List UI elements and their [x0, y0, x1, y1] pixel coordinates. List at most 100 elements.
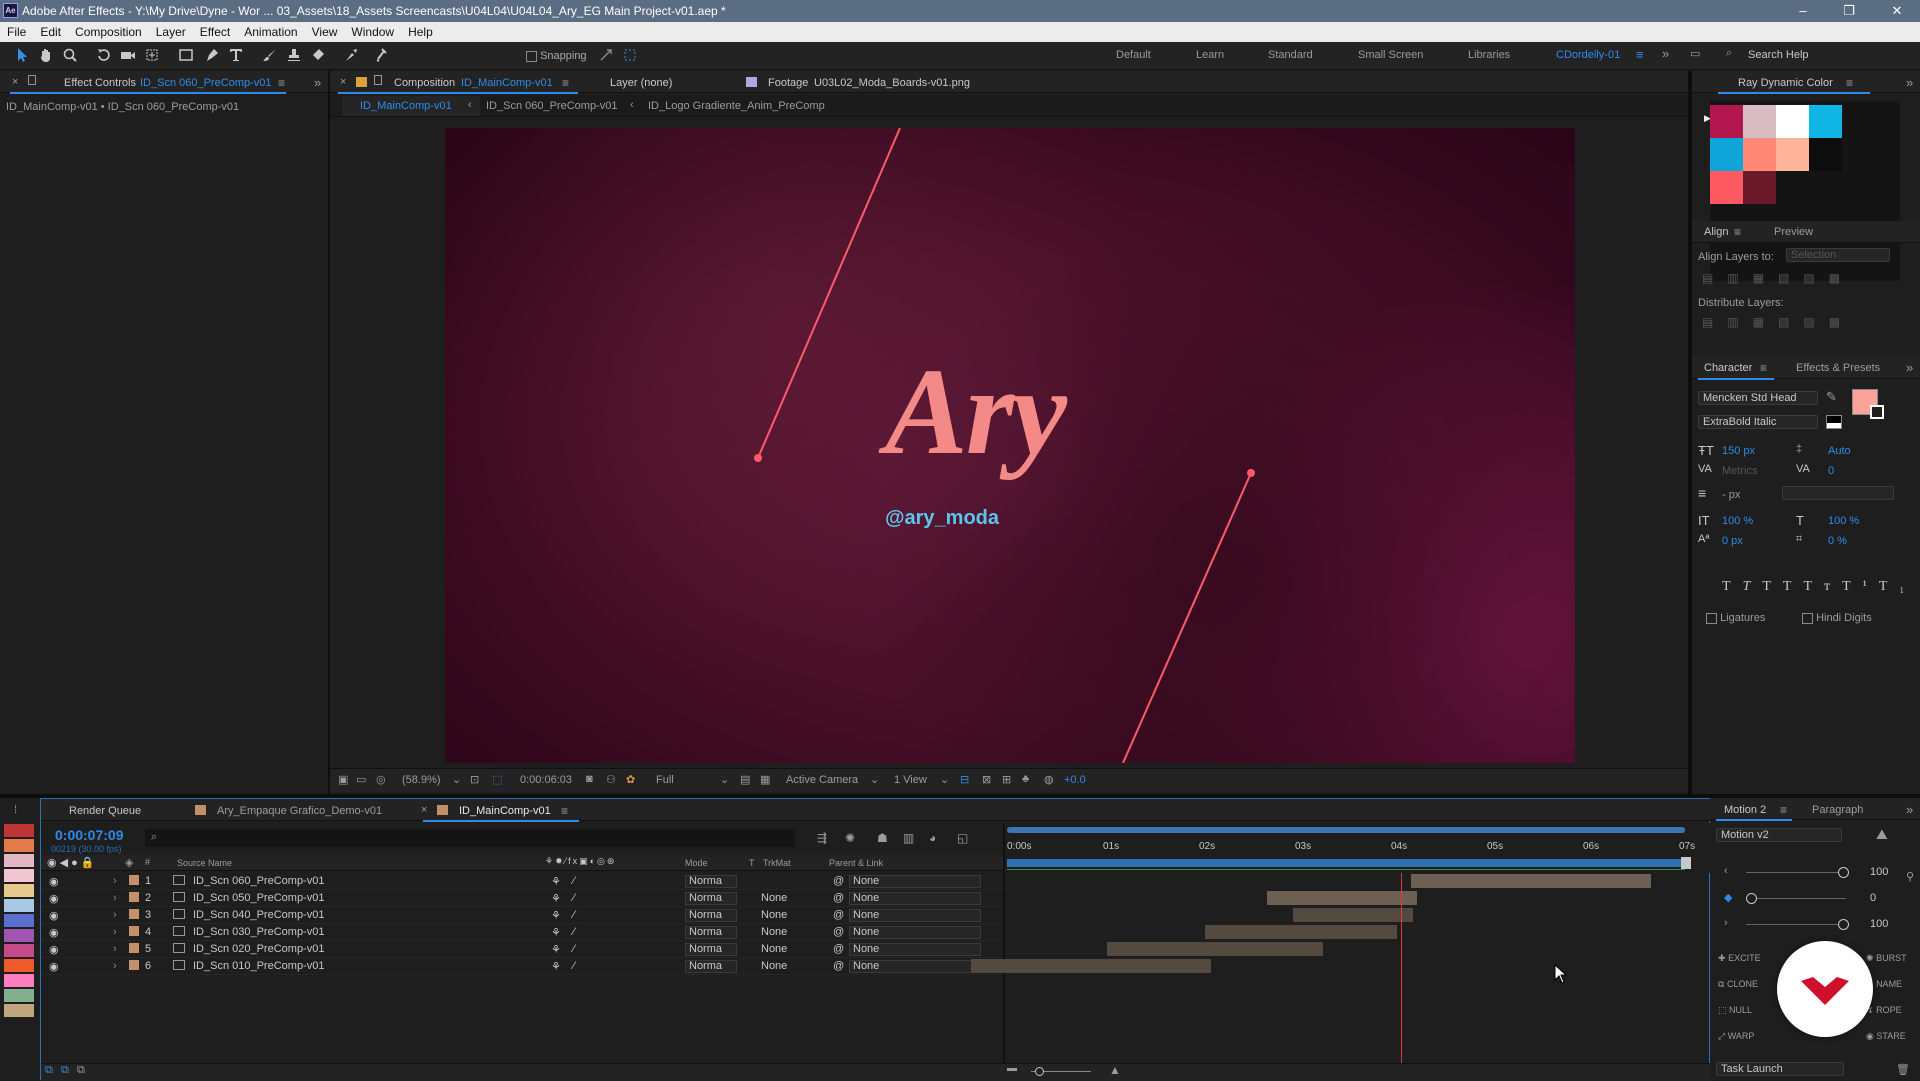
- hide-shy-layers-icon[interactable]: ☗: [877, 831, 888, 845]
- breadcrumb-item-logo[interactable]: ID_Logo Gradiente_Anim_PreComp: [648, 100, 825, 112]
- expand-layer-icon[interactable]: ›: [113, 943, 117, 955]
- color-swatch[interactable]: [1743, 171, 1776, 204]
- expand-layer-icon[interactable]: ›: [113, 909, 117, 921]
- label-color-swatch[interactable]: [4, 899, 34, 912]
- label-color-swatch[interactable]: [4, 854, 34, 867]
- close-comp-tab-icon[interactable]: ×: [340, 76, 346, 88]
- footage-tab-name[interactable]: U03L02_Moda_Boards-v01.png: [814, 77, 970, 89]
- null-button[interactable]: ⬚ NULL: [1718, 1005, 1752, 1016]
- collapse-switch-icon[interactable]: ⚘: [551, 943, 561, 956]
- label-color-swatch[interactable]: [4, 824, 34, 837]
- lock-icon[interactable]: [28, 75, 36, 85]
- mode-dropdown[interactable]: Norma: [685, 943, 737, 956]
- pickwhip-icon[interactable]: @: [833, 909, 844, 921]
- mode-dropdown[interactable]: Norma: [685, 875, 737, 888]
- label-color-swatch[interactable]: [4, 959, 34, 972]
- quality-switch-icon[interactable]: ⁄: [573, 875, 575, 887]
- baseline-shift-value[interactable]: 0 px: [1722, 535, 1743, 547]
- breadcrumb-item-main[interactable]: ID_MainComp-v01: [360, 100, 452, 112]
- playhead[interactable]: [1401, 873, 1402, 1063]
- zoom-dropdown[interactable]: (58.9%): [402, 774, 441, 786]
- search-help-field[interactable]: Search Help: [1748, 49, 1809, 61]
- tsume-value[interactable]: 0 %: [1828, 535, 1847, 547]
- motion-graph-icon[interactable]: ⛰: [1876, 826, 1888, 843]
- selection-tool-icon[interactable]: [14, 47, 30, 63]
- warp-button[interactable]: ⤢ WARP: [1718, 1031, 1754, 1042]
- color-swatch[interactable]: [1809, 138, 1842, 171]
- menu-effect[interactable]: Effect: [193, 22, 237, 42]
- trash-icon[interactable]: 🗑: [1896, 1063, 1910, 1076]
- mode-dropdown[interactable]: Norma: [685, 892, 737, 905]
- comp-marker-bin-icon[interactable]: [1681, 857, 1691, 869]
- label-color-swatch[interactable]: [4, 1004, 34, 1017]
- menu-layer[interactable]: Layer: [149, 22, 193, 42]
- channel-icon[interactable]: ✿: [626, 773, 635, 786]
- workspace-default[interactable]: Default: [1116, 49, 1151, 61]
- motion-tab[interactable]: Motion 2: [1724, 804, 1766, 816]
- visibility-eye-icon[interactable]: ◉: [49, 892, 59, 905]
- clone-stamp-tool-icon[interactable]: [286, 47, 302, 63]
- expand-layer-icon[interactable]: ›: [113, 875, 117, 887]
- timeline-icon[interactable]: ♣: [1022, 773, 1029, 785]
- collapse-switch-icon[interactable]: ⚘: [551, 892, 561, 905]
- menu-animation[interactable]: Animation: [237, 22, 304, 42]
- ease-right-icon[interactable]: ›: [1724, 917, 1728, 929]
- footage-tab[interactable]: Footage: [768, 77, 808, 89]
- work-area-navigator[interactable]: [1007, 827, 1685, 833]
- comp-panel-menu-icon[interactable]: ≡: [562, 76, 569, 90]
- mode-dropdown[interactable]: Norma: [685, 909, 737, 922]
- parent-dropdown[interactable]: None: [849, 960, 981, 973]
- label-color-swatch[interactable]: [4, 869, 34, 882]
- hindi-digits-checkbox[interactable]: [1802, 612, 1813, 624]
- black-white-swatch[interactable]: [1826, 415, 1842, 429]
- color-swatch[interactable]: [1710, 138, 1743, 171]
- label-color-swatch[interactable]: [4, 839, 34, 852]
- snap-grid-icon[interactable]: [622, 47, 638, 63]
- time-ruler[interactable]: 0:00s 01s 02s 03s 04s 05s 06s 07s: [1005, 835, 1705, 855]
- composition-tab-name[interactable]: ID_MainComp-v01: [461, 77, 553, 89]
- eraser-tool-icon[interactable]: [310, 47, 326, 63]
- font-size-value[interactable]: 150 px: [1722, 445, 1755, 457]
- minimize-button[interactable]: –: [1780, 0, 1826, 22]
- color-swatch[interactable]: [1743, 138, 1776, 171]
- visibility-eye-icon[interactable]: ◉: [49, 926, 59, 939]
- work-area-bar[interactable]: [1007, 859, 1687, 867]
- puppet-tool-icon[interactable]: [374, 47, 390, 63]
- collapse-switch-icon[interactable]: ⚘: [551, 926, 561, 939]
- visibility-eye-icon[interactable]: ◉: [49, 909, 59, 922]
- always-preview-icon[interactable]: ▣: [338, 773, 348, 786]
- workspace-standard[interactable]: Standard: [1268, 49, 1313, 61]
- zoom-in-icon[interactable]: ▲: [1109, 1063, 1121, 1077]
- trkmat-dropdown[interactable]: None: [761, 892, 787, 904]
- layer-duration-bar[interactable]: [1293, 908, 1413, 922]
- ease-left-icon[interactable]: ‹: [1724, 865, 1728, 877]
- layer-duration-bar[interactable]: [1267, 891, 1417, 905]
- resolution-dropdown[interactable]: Full: [656, 774, 674, 786]
- menu-help[interactable]: Help: [401, 22, 440, 42]
- menu-window[interactable]: Window: [344, 22, 401, 42]
- slider-1-value[interactable]: 100: [1870, 866, 1888, 878]
- align-to-dropdown[interactable]: Selection: [1786, 248, 1890, 262]
- paragraph-tab[interactable]: Paragraph: [1812, 804, 1863, 816]
- label-color-swatch[interactable]: [4, 944, 34, 957]
- sync-settings-icon[interactable]: ▭: [1690, 47, 1700, 60]
- panel-overflow-icon[interactable]: »: [314, 75, 321, 90]
- color-swatch[interactable]: [1710, 171, 1743, 204]
- layer-label-color[interactable]: [129, 892, 139, 902]
- layer-label-color[interactable]: [129, 875, 139, 885]
- color-swatch[interactable]: [1776, 105, 1809, 138]
- table-row[interactable]: ◉ › 3 ID_Scn 040_PreComp-v01 ⚘ ⁄ Norma N…: [41, 907, 1003, 924]
- pickwhip-icon[interactable]: @: [833, 960, 844, 972]
- visibility-eye-icon[interactable]: ◉: [49, 943, 59, 956]
- pickwhip-icon[interactable]: @: [833, 943, 844, 955]
- layer-label-color[interactable]: [129, 960, 139, 970]
- ligatures-checkbox[interactable]: [1706, 612, 1717, 624]
- mode-dropdown[interactable]: Norma: [685, 926, 737, 939]
- snapshot-icon[interactable]: ◙: [586, 773, 593, 785]
- current-time[interactable]: 0:00:06:03: [520, 774, 572, 786]
- transparency-grid-icon[interactable]: ▦: [760, 773, 770, 786]
- faux-style-buttons-icon[interactable]: TTTTTᴛT¹T₁: [1722, 579, 1904, 595]
- hand-tool-icon[interactable]: [38, 47, 54, 63]
- label-color-swatch[interactable]: [4, 974, 34, 987]
- label-color-swatch[interactable]: [4, 929, 34, 942]
